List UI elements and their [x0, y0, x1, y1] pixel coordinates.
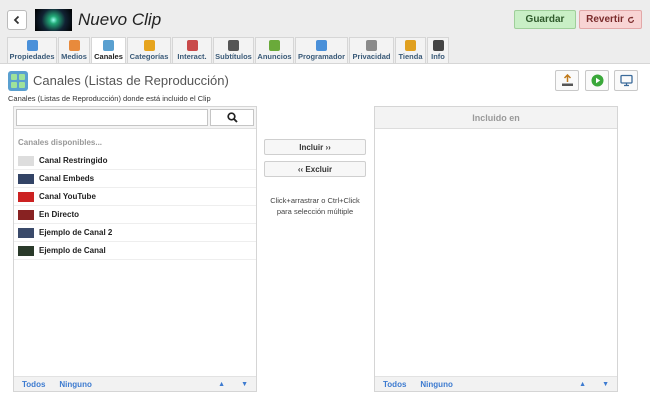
tab-info[interactable]: Info — [427, 37, 449, 63]
list-item[interactable]: Ejemplo de Canal — [14, 242, 256, 260]
preview-button[interactable] — [614, 70, 638, 91]
list-item-label: En Directo — [39, 210, 80, 219]
clip-thumbnail — [35, 9, 72, 31]
save-button[interactable]: Guardar — [514, 10, 576, 29]
included-channels-panel: Incluido en Todos Ninguno ▲ ▼ — [374, 106, 618, 392]
section-subtitle: Canales (Listas de Reproducción) donde e… — [8, 94, 211, 103]
store-icon — [405, 40, 416, 51]
arrow-up-icon[interactable]: ▲ — [579, 381, 586, 388]
tab-label: Interact. — [177, 52, 207, 61]
tab-label: Info — [431, 52, 445, 61]
channel-thumb-icon — [18, 245, 34, 256]
tab-interact[interactable]: Interact. — [172, 37, 212, 63]
list-item[interactable]: Canal Restringido — [14, 152, 256, 170]
list-item-label: Canal Restringido — [39, 156, 108, 165]
play-button[interactable] — [585, 70, 609, 91]
tab-bar: Propiedades Medios Canales Categorías In… — [7, 37, 450, 63]
play-icon — [591, 74, 603, 87]
search-icon — [226, 112, 238, 123]
revert-button[interactable]: Revertir — [579, 10, 642, 29]
media-icon — [68, 40, 80, 51]
tab-subtitulos[interactable]: Subtítulos — [213, 37, 254, 63]
subtitles-icon — [228, 40, 239, 51]
tab-programador[interactable]: Programador — [295, 37, 348, 63]
included-heading: Incluido en — [375, 107, 617, 129]
tab-label: Medios — [61, 52, 87, 61]
list-item[interactable]: Ejemplo de Canal 2 — [14, 224, 256, 242]
refresh-icon — [627, 15, 634, 23]
tab-anuncios[interactable]: Anuncios — [255, 37, 294, 63]
tab-tienda[interactable]: Tienda — [395, 37, 426, 63]
select-none-link[interactable]: Ninguno — [420, 380, 452, 389]
include-button[interactable]: Incluir ›› — [264, 139, 366, 155]
folder-icon — [143, 40, 155, 51]
available-heading: Canales disponibles... — [18, 138, 103, 147]
live-channel-icon — [18, 209, 34, 220]
info-icon — [432, 40, 444, 51]
channels-section-icon — [8, 71, 28, 91]
sort-arrows: ▲ ▼ — [579, 381, 609, 388]
upload-icon — [561, 74, 573, 86]
tab-label: Propiedades — [9, 52, 55, 61]
tab-label: Canales — [94, 52, 123, 61]
channels-icon — [103, 40, 114, 51]
list-item-label: Ejemplo de Canal — [39, 246, 106, 255]
revert-label: Revertir — [586, 14, 624, 25]
page-title: Nuevo Clip — [78, 10, 162, 29]
list-item-label: Canal YouTube — [39, 192, 96, 201]
header: Nuevo Clip Guardar Revertir — [0, 0, 650, 38]
tab-label: Subtítulos — [215, 52, 252, 61]
chevron-left-icon — [13, 15, 20, 25]
tab-label: Categorías — [129, 52, 169, 61]
tab-label: Privacidad — [352, 52, 391, 61]
list-item[interactable]: En Directo — [14, 206, 256, 224]
arrow-down-icon[interactable]: ▼ — [602, 381, 609, 388]
monitor-icon — [619, 74, 633, 87]
channel-thumb-icon — [18, 227, 34, 238]
cursor-icon — [186, 40, 198, 51]
section-title: Canales (Listas de Reproducción) — [33, 73, 229, 88]
list-item[interactable]: Canal YouTube — [14, 188, 256, 206]
select-none-link[interactable]: Ninguno — [59, 380, 91, 389]
list-item-label: Ejemplo de Canal 2 — [39, 228, 113, 237]
tab-label: Programador — [297, 52, 346, 61]
tab-canales[interactable]: Canales — [91, 37, 126, 63]
ads-icon — [269, 40, 280, 51]
scheduler-icon — [316, 40, 327, 51]
list-item-label: Canal Embeds — [39, 174, 95, 183]
tab-categorias[interactable]: Categorías — [127, 37, 171, 63]
youtube-channel-icon — [18, 191, 34, 202]
privacy-icon — [366, 40, 377, 51]
back-button[interactable] — [7, 10, 27, 30]
list-item[interactable]: Canal Embeds — [14, 170, 256, 188]
arrow-down-icon[interactable]: ▼ — [241, 381, 248, 388]
search-input[interactable] — [16, 109, 208, 126]
sort-arrows: ▲ ▼ — [218, 381, 248, 388]
embeds-channel-icon — [18, 173, 34, 184]
select-all-link[interactable]: Todos — [383, 380, 406, 389]
tab-medios[interactable]: Medios — [58, 37, 90, 63]
tab-label: Anuncios — [257, 52, 292, 61]
select-all-link[interactable]: Todos — [22, 380, 45, 389]
upload-button[interactable] — [555, 70, 579, 91]
left-list-footer: Todos Ninguno ▲ ▼ — [14, 376, 256, 391]
search-row — [14, 107, 256, 129]
tab-privacidad[interactable]: Privacidad — [349, 37, 394, 63]
tab-label: Tienda — [398, 52, 423, 61]
selection-hint: Click+arrastrar o Ctrl+Click para selecc… — [270, 196, 360, 216]
available-channels-panel: Canales disponibles... Canal Restringido… — [13, 106, 257, 392]
right-list-footer: Todos Ninguno ▲ ▼ — [375, 376, 617, 391]
restricted-channel-icon — [18, 155, 34, 166]
exclude-button[interactable]: ‹‹ Excluir — [264, 161, 366, 177]
properties-icon — [26, 40, 38, 51]
tab-propiedades[interactable]: Propiedades — [7, 37, 57, 63]
search-button[interactable] — [210, 109, 254, 126]
arrow-up-icon[interactable]: ▲ — [218, 381, 225, 388]
